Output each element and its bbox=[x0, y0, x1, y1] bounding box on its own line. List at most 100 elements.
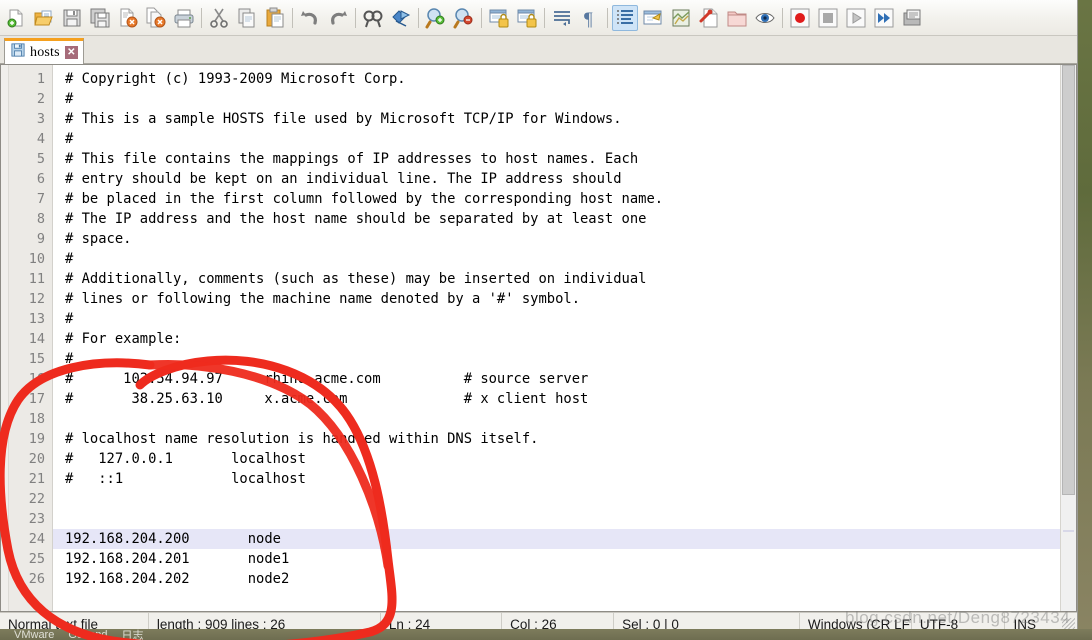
code-line[interactable]: 192.168.204.201 node1 bbox=[65, 549, 1060, 569]
close-icon[interactable]: ✕ bbox=[64, 46, 78, 59]
copy-icon[interactable] bbox=[234, 5, 260, 31]
run-macro-multiple-icon[interactable] bbox=[871, 5, 897, 31]
taskbar-item-0[interactable]: VMware bbox=[14, 629, 54, 640]
show-all-characters-icon[interactable]: ¶ bbox=[577, 5, 603, 31]
paste-icon[interactable] bbox=[262, 5, 288, 31]
code-line[interactable]: # 127.0.0.1 localhost bbox=[65, 449, 1060, 469]
new-file-icon[interactable] bbox=[3, 5, 29, 31]
code-line[interactable]: # bbox=[65, 129, 1060, 149]
print-icon[interactable] bbox=[171, 5, 197, 31]
open-file-icon[interactable] bbox=[31, 5, 57, 31]
line-number: 13 bbox=[28, 311, 45, 327]
code-line[interactable] bbox=[65, 409, 1060, 429]
code-line[interactable]: # ::1 localhost bbox=[65, 469, 1060, 489]
play-macro-icon[interactable] bbox=[843, 5, 869, 31]
toolbar-separator bbox=[607, 7, 608, 28]
code-line[interactable]: # bbox=[65, 349, 1060, 369]
zoom-in-icon[interactable] bbox=[423, 5, 449, 31]
monitoring-icon[interactable] bbox=[752, 5, 778, 31]
code-line[interactable]: # 38.25.63.10 x.acme.com # x client host bbox=[65, 389, 1060, 409]
replace-icon[interactable] bbox=[388, 5, 414, 31]
code-line[interactable]: # space. bbox=[65, 229, 1060, 249]
toolbar-separator bbox=[481, 7, 482, 28]
toolbar-separator bbox=[292, 7, 293, 28]
toolbar-separator bbox=[201, 7, 202, 28]
line-number: 1 bbox=[36, 71, 45, 87]
code-line[interactable] bbox=[65, 489, 1060, 509]
tab-hosts[interactable]: hosts ✕ bbox=[4, 38, 84, 64]
line-number: 18 bbox=[28, 411, 45, 427]
code-line[interactable]: # bbox=[65, 249, 1060, 269]
sync-horizontal-scroll-icon[interactable] bbox=[514, 5, 540, 31]
document-map-icon[interactable] bbox=[668, 5, 694, 31]
line-number: 3 bbox=[36, 111, 45, 127]
code-line[interactable]: # Copyright (c) 1993-2009 Microsoft Corp… bbox=[65, 69, 1060, 89]
function-list-icon[interactable] bbox=[696, 5, 722, 31]
save-all-icon[interactable] bbox=[87, 5, 113, 31]
line-number: 16 bbox=[28, 371, 45, 387]
sync-vertical-scroll-icon[interactable] bbox=[486, 5, 512, 31]
save-icon[interactable] bbox=[59, 5, 85, 31]
saved-file-icon bbox=[11, 43, 25, 62]
code-line[interactable]: # This is a sample HOSTS file used by Mi… bbox=[65, 109, 1060, 129]
close-all-icon[interactable] bbox=[143, 5, 169, 31]
code-line[interactable]: # This file contains the mappings of IP … bbox=[65, 149, 1060, 169]
vertical-scrollbar[interactable] bbox=[1060, 65, 1076, 611]
line-number: 8 bbox=[36, 211, 45, 227]
code-line[interactable]: # 102.54.94.97 rhino.acme.com # source s… bbox=[65, 369, 1060, 389]
find-icon[interactable] bbox=[360, 5, 386, 31]
code-line[interactable]: # For example: bbox=[65, 329, 1060, 349]
svg-text:¶: ¶ bbox=[584, 9, 593, 29]
line-number: 7 bbox=[36, 191, 45, 207]
code-line[interactable] bbox=[65, 509, 1060, 529]
line-number: 10 bbox=[28, 251, 45, 267]
taskbar-item-2[interactable]: 日志 bbox=[122, 629, 144, 640]
code-line[interactable]: # bbox=[65, 89, 1060, 109]
line-number: 19 bbox=[28, 431, 45, 447]
windows-taskbar: VMware GoLand 日志 bbox=[0, 629, 1092, 640]
toolbar-separator bbox=[418, 7, 419, 28]
line-number: 20 bbox=[28, 451, 45, 467]
scrollbar-marker bbox=[1063, 530, 1074, 532]
code-line[interactable]: # localhost name resolution is handled w… bbox=[65, 429, 1060, 449]
code-text[interactable]: # Copyright (c) 1993-2009 Microsoft Corp… bbox=[53, 65, 1060, 611]
user-defined-dialog-icon[interactable] bbox=[640, 5, 666, 31]
tab-label: hosts bbox=[30, 44, 60, 60]
line-number: 23 bbox=[28, 511, 45, 527]
scrollbar-thumb[interactable] bbox=[1062, 65, 1075, 495]
line-number: 14 bbox=[28, 331, 45, 347]
line-number: 11 bbox=[28, 271, 45, 287]
redo-icon[interactable] bbox=[325, 5, 351, 31]
line-number: 17 bbox=[28, 391, 45, 407]
line-number: 22 bbox=[28, 491, 45, 507]
taskbar-item-1[interactable]: GoLand bbox=[68, 629, 107, 640]
cut-icon[interactable] bbox=[206, 5, 232, 31]
code-line[interactable]: 192.168.204.202 node2 bbox=[65, 569, 1060, 589]
undo-icon[interactable] bbox=[297, 5, 323, 31]
zoom-out-icon[interactable] bbox=[451, 5, 477, 31]
line-number-gutter: 1 2 3 4 5 6 7 8 9 10 11 12 13 14 15 16 17 18 19 20 21 22 23 24 2… bbox=[9, 65, 53, 611]
code-line[interactable]: 192.168.204.200 node bbox=[53, 529, 1060, 549]
word-wrap-icon[interactable] bbox=[549, 5, 575, 31]
stop-macro-icon[interactable] bbox=[815, 5, 841, 31]
editor-area[interactable]: 1 2 3 4 5 6 7 8 9 10 11 12 13 14 15 16 17 18 19 20 21 22 23 24 2… bbox=[0, 64, 1077, 612]
code-line[interactable]: # The IP address and the host name shoul… bbox=[65, 209, 1060, 229]
toolbar-separator bbox=[355, 7, 356, 28]
indent-guideline-icon[interactable] bbox=[612, 4, 638, 31]
line-number: 21 bbox=[28, 471, 45, 487]
line-number: 12 bbox=[28, 291, 45, 307]
record-macro-icon[interactable] bbox=[787, 5, 813, 31]
main-toolbar: ¶ bbox=[0, 0, 1077, 36]
folder-as-workspace-icon[interactable] bbox=[724, 5, 750, 31]
code-line[interactable]: # lines or following the machine name de… bbox=[65, 289, 1060, 309]
run-icon[interactable] bbox=[899, 5, 925, 31]
code-line[interactable]: # Additionally, comments (such as these)… bbox=[65, 269, 1060, 289]
close-file-icon[interactable] bbox=[115, 5, 141, 31]
line-number: 4 bbox=[36, 131, 45, 147]
notepadpp-window: ¶ hosts ✕ 1 2 3 4 5 6 7 8 9 10 11 12 13 … bbox=[0, 0, 1078, 637]
code-line[interactable]: # be placed in the first column followed… bbox=[65, 189, 1060, 209]
code-line[interactable]: # entry should be kept on an individual … bbox=[65, 169, 1060, 189]
line-number: 9 bbox=[36, 231, 45, 247]
screen: ¶ hosts ✕ 1 2 3 4 5 6 7 8 9 10 11 12 13 … bbox=[0, 0, 1092, 640]
code-line[interactable]: # bbox=[65, 309, 1060, 329]
